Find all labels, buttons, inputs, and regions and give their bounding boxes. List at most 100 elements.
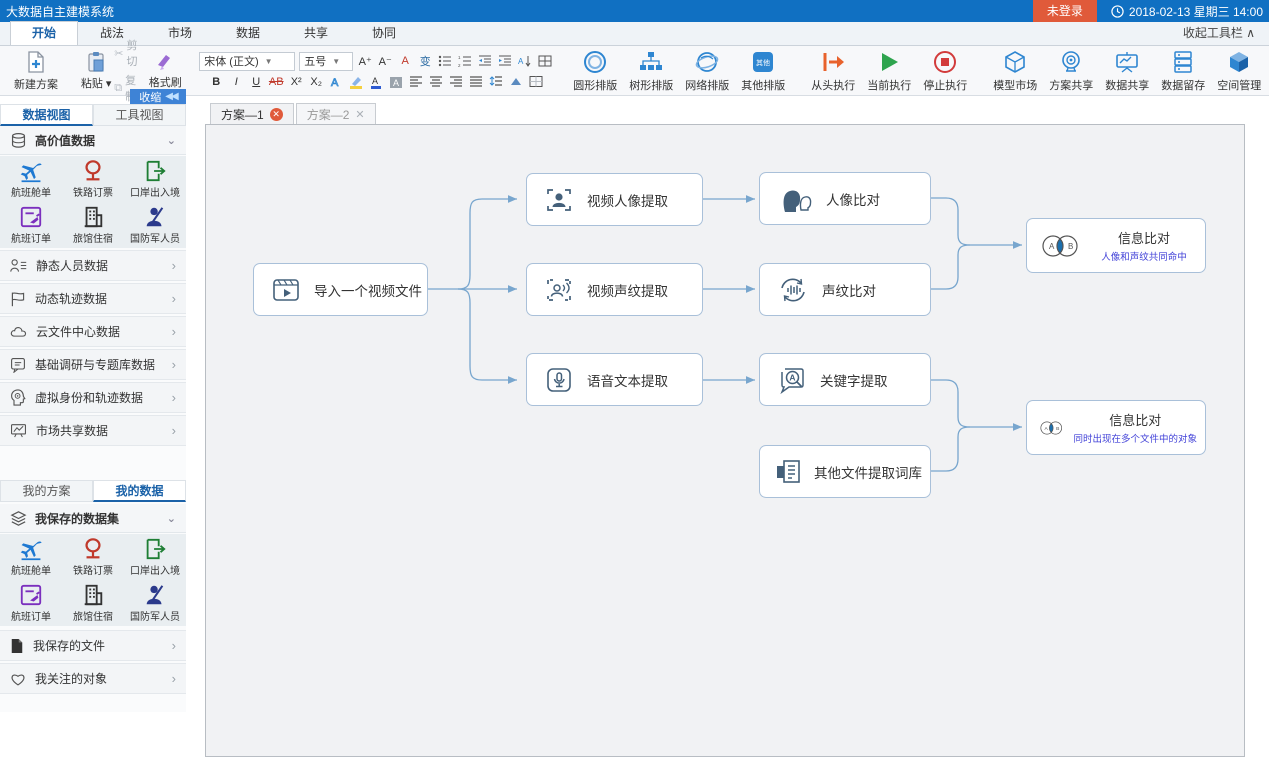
dataset-flight-order[interactable]: 航班订单 bbox=[0, 580, 62, 626]
node-info-compare-2[interactable]: A B 信息比对 同时出现在多个文件中的对象 bbox=[1026, 400, 1206, 455]
space-manage-button[interactable]: 空间管理 bbox=[1211, 48, 1267, 94]
format-painter-button[interactable]: 格式刷 bbox=[145, 48, 185, 94]
node-info-compare-1[interactable]: A B 信息比对 人像和声纹共同命中 bbox=[1026, 218, 1206, 273]
new-plan-button[interactable]: 新建方案 bbox=[8, 48, 64, 94]
node-voiceprint-compare[interactable]: 声纹比对 bbox=[759, 263, 931, 316]
node-video-voiceprint-extract[interactable]: 视频声纹提取 bbox=[526, 263, 703, 316]
font-color-button[interactable]: A bbox=[368, 74, 384, 90]
ribbon-tab-collab[interactable]: 协同 bbox=[350, 21, 418, 45]
collapse-toolbar-button[interactable]: 收起工具栏 ∧ bbox=[1183, 22, 1255, 45]
show-marks-button[interactable] bbox=[537, 53, 553, 69]
dataset-hotel-stay[interactable]: 旅馆住宿 bbox=[62, 580, 124, 626]
subscript-button[interactable]: X₂ bbox=[308, 74, 324, 90]
node-keyword-extract[interactable]: A 关键字提取 bbox=[759, 353, 931, 406]
node-import-video[interactable]: 导入一个视频文件 bbox=[253, 263, 428, 316]
model-market-button[interactable]: 模型市场 bbox=[987, 48, 1043, 94]
font-family-select[interactable]: 宋体 (正文) ▼ bbox=[199, 52, 295, 71]
sidebar-item-cloud-file-data[interactable]: 云文件中心数据 › bbox=[0, 316, 186, 347]
ribbon-tab-start[interactable]: 开始 bbox=[10, 21, 78, 45]
superscript-button[interactable]: X² bbox=[288, 74, 304, 90]
sidebar-item-static-person-data[interactable]: 静态人员数据 › bbox=[0, 250, 186, 281]
dataset-military-personnel[interactable]: 国防军人员 bbox=[124, 202, 186, 248]
node-video-face-extract[interactable]: 视频人像提取 bbox=[526, 173, 703, 226]
bullet-list-button[interactable] bbox=[437, 53, 453, 69]
grow-font-button[interactable]: A⁺ bbox=[357, 53, 373, 69]
close-tab-icon[interactable]: ✕ bbox=[355, 108, 364, 121]
sort-button[interactable]: A bbox=[517, 53, 533, 69]
dataset-flight-order[interactable]: 航班订单 bbox=[0, 202, 62, 248]
node-other-files-lexicon[interactable]: 其他文件提取词库 bbox=[759, 445, 931, 498]
align-center-button[interactable] bbox=[428, 74, 444, 90]
virtual-head-icon bbox=[10, 389, 26, 406]
tab-my-plans[interactable]: 我的方案 bbox=[0, 480, 93, 502]
change-case-button[interactable]: 变 bbox=[417, 53, 433, 69]
italic-button[interactable]: I bbox=[228, 74, 244, 90]
dataset-military-personnel[interactable]: 国防军人员 bbox=[124, 580, 186, 626]
justify-button[interactable] bbox=[468, 74, 484, 90]
market-chart-icon bbox=[10, 423, 27, 438]
decrease-indent-button[interactable] bbox=[477, 53, 493, 69]
sidebar-collapse-button[interactable]: 收缩 ◀◀ bbox=[130, 89, 186, 104]
dataset-flight-manifest[interactable]: 航班舱单 bbox=[0, 534, 62, 580]
node-label: 人像比对 bbox=[826, 189, 880, 209]
login-status-badge[interactable]: 未登录 bbox=[1033, 0, 1097, 22]
dataset-border-entry-exit[interactable]: 口岸出入境 bbox=[124, 156, 186, 202]
char-shading-button[interactable]: A bbox=[388, 74, 404, 90]
increase-indent-button[interactable] bbox=[497, 53, 513, 69]
highlight-button[interactable] bbox=[348, 74, 364, 90]
other-layout-button[interactable]: 其他 其他排版 bbox=[735, 48, 791, 94]
network-layout-button[interactable]: 网络排版 bbox=[679, 48, 735, 94]
clear-format-button[interactable]: A bbox=[397, 53, 413, 69]
align-right-button[interactable] bbox=[448, 74, 464, 90]
ribbon-tab-data[interactable]: 数据 bbox=[214, 21, 282, 45]
run-from-start-button[interactable]: 从头执行 bbox=[805, 48, 861, 94]
tab-data-view[interactable]: 数据视图 bbox=[0, 104, 93, 126]
underline-button[interactable]: U bbox=[248, 74, 264, 90]
tab-my-data[interactable]: 我的数据 bbox=[93, 480, 186, 502]
sidebar-item-survey-thematic-data[interactable]: 基础调研与专题库数据 › bbox=[0, 349, 186, 380]
sidebar-item-dynamic-track-data[interactable]: 动态轨迹数据 › bbox=[0, 283, 186, 314]
circle-layout-button[interactable]: 圆形排版 bbox=[567, 48, 623, 94]
sidebar-item-market-shared-data[interactable]: 市场共享数据 › bbox=[0, 415, 186, 446]
node-speech-text-extract[interactable]: 语音文本提取 bbox=[526, 353, 703, 406]
text-effects-button[interactable]: A bbox=[328, 74, 344, 90]
tree-layout-button[interactable]: 树形排版 bbox=[623, 48, 679, 94]
tab-tool-view[interactable]: 工具视图 bbox=[93, 104, 186, 126]
font-size-select[interactable]: 五号 ▼ bbox=[299, 52, 353, 71]
shrink-font-button[interactable]: A⁻ bbox=[377, 53, 393, 69]
plan-tab-1[interactable]: 方案—1 ✕ bbox=[210, 103, 294, 125]
sidebar-item-my-followed-objects[interactable]: 我关注的对象 › bbox=[0, 663, 186, 694]
flow-canvas[interactable]: 导入一个视频文件 视频人像提取 视频声纹提取 bbox=[205, 124, 1245, 757]
high-value-data-header[interactable]: 高价值数据 ⌄ bbox=[0, 126, 186, 155]
cut-button[interactable]: ✂ 剪切 bbox=[114, 37, 145, 69]
data-retention-button[interactable]: 数据留存 bbox=[1155, 48, 1211, 94]
ribbon-tab-market[interactable]: 市场 bbox=[146, 21, 214, 45]
dataset-railway-ticket[interactable]: 铁路订票 bbox=[62, 534, 124, 580]
run-current-button[interactable]: 当前执行 bbox=[861, 48, 917, 94]
close-tab-icon[interactable]: ✕ bbox=[270, 108, 283, 121]
layers-icon bbox=[10, 511, 27, 526]
line-spacing-button[interactable] bbox=[488, 74, 504, 90]
database-icon bbox=[10, 132, 27, 149]
numbered-list-button[interactable]: 12 bbox=[457, 53, 473, 69]
strikethrough-button[interactable]: AB bbox=[268, 74, 284, 90]
paste-button[interactable]: 粘贴 ▾ bbox=[78, 48, 114, 94]
bold-button[interactable]: B bbox=[208, 74, 224, 90]
model-market-icon bbox=[1002, 49, 1028, 75]
plan-share-button[interactable]: 方案共享 bbox=[1043, 48, 1099, 94]
dataset-flight-manifest[interactable]: 航班舱单 bbox=[0, 156, 62, 202]
dataset-hotel-stay[interactable]: 旅馆住宿 bbox=[62, 202, 124, 248]
node-face-compare[interactable]: 人像比对 bbox=[759, 172, 931, 225]
stop-execution-button[interactable]: 停止执行 bbox=[917, 48, 973, 94]
data-share-button[interactable]: 数据共享 bbox=[1099, 48, 1155, 94]
dataset-railway-ticket[interactable]: 铁路订票 bbox=[62, 156, 124, 202]
sidebar-item-my-saved-files[interactable]: 我保存的文件 › bbox=[0, 630, 186, 661]
plan-tab-2[interactable]: 方案—2 ✕ bbox=[296, 103, 376, 125]
sidebar-item-virtual-identity-data[interactable]: 虚拟身份和轨迹数据 › bbox=[0, 382, 186, 413]
shading-button[interactable] bbox=[508, 74, 524, 90]
dataset-border-entry-exit[interactable]: 口岸出入境 bbox=[124, 534, 186, 580]
borders-button[interactable] bbox=[528, 74, 544, 90]
ribbon-tab-share[interactable]: 共享 bbox=[282, 21, 350, 45]
saved-datasets-header[interactable]: 我保存的数据集 ⌄ bbox=[0, 504, 186, 533]
align-left-button[interactable] bbox=[408, 74, 424, 90]
